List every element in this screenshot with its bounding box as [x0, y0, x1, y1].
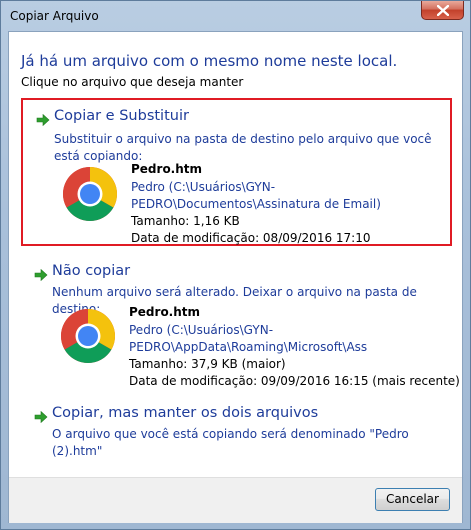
- instruction-text: Clique no arquivo que deseja manter: [21, 75, 244, 89]
- title-bar[interactable]: Copiar Arquivo: [1, 1, 470, 31]
- chrome-icon: [62, 167, 118, 222]
- close-icon: [437, 5, 449, 16]
- option-keep-both[interactable]: Copiar, mas manter os dois arquivos O ar…: [21, 404, 452, 458]
- green-arrow-icon: [36, 114, 50, 126]
- option-title: Copiar e Substituir: [54, 108, 189, 124]
- file-size: Tamanho: 1,16 KB: [131, 214, 240, 228]
- file-path: Pedro (C:\Usuários\GYN-PEDRO\Documentos\…: [131, 180, 381, 211]
- option-dont-copy[interactable]: Não copiar Nenhum arquivo será alterado.…: [21, 262, 460, 388]
- file-size: Tamanho: 37,9 KB (maior): [129, 357, 286, 371]
- window-title: Copiar Arquivo: [10, 9, 99, 23]
- file-name: Pedro.htm: [129, 305, 201, 319]
- chrome-icon: [60, 309, 116, 364]
- option-title: Não copiar: [52, 263, 131, 279]
- green-arrow-icon: [34, 269, 48, 281]
- file-path: Pedro (C:\Usuários\GYN-PEDRO\AppData\Roa…: [129, 323, 368, 354]
- file-date: Data de modificação: 08/09/2016 17:10: [131, 231, 371, 245]
- dialog-window: Copiar Arquivo Já há um arquivo com o me…: [0, 0, 471, 530]
- dialog-content: Já há um arquivo com o mesmo nome neste …: [8, 31, 463, 523]
- option-title: Copiar, mas manter os dois arquivos: [52, 405, 319, 421]
- file-date: Data de modificação: 09/09/2016 16:15 (m…: [129, 374, 460, 388]
- green-arrow-icon: [34, 411, 48, 423]
- dialog-footer: Cancelar: [9, 477, 462, 523]
- conflict-heading: Já há um arquivo com o mesmo nome neste …: [21, 52, 398, 70]
- cancel-button[interactable]: Cancelar: [375, 488, 450, 511]
- option-description: Substituir o arquivo na pasta de destino…: [54, 132, 432, 163]
- option-copy-replace[interactable]: Copiar e Substituir Substituir o arquivo…: [21, 98, 452, 246]
- close-button[interactable]: [421, 1, 464, 20]
- file-name: Pedro.htm: [131, 162, 203, 176]
- option-description: O arquivo que você está copiando será de…: [52, 427, 409, 458]
